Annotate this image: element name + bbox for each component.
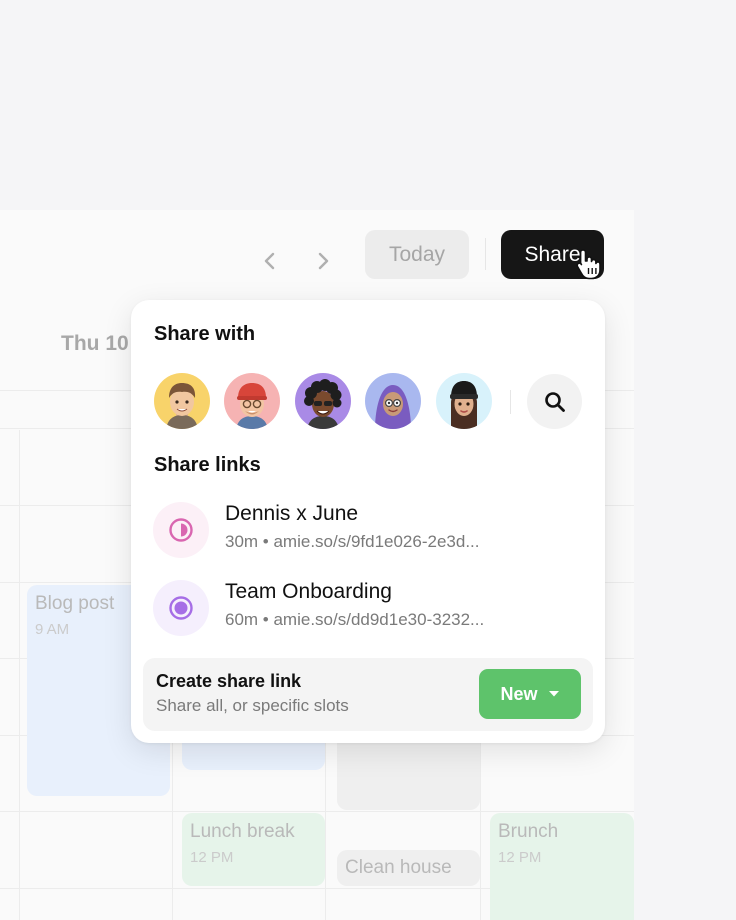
event-title: Clean house xyxy=(345,857,452,878)
toolbar-divider xyxy=(485,238,486,270)
grid-line xyxy=(19,430,20,920)
memoji-beanie-avatar[interactable] xyxy=(436,373,492,429)
memoji-curly-hair-avatar[interactable] xyxy=(295,373,351,429)
chevron-left-icon xyxy=(264,252,275,270)
previous-button[interactable] xyxy=(255,246,285,276)
next-button[interactable] xyxy=(308,246,338,276)
event-title: Brunch xyxy=(498,821,559,842)
search-people-button[interactable] xyxy=(527,374,582,429)
avatar-separator xyxy=(510,390,511,414)
search-icon xyxy=(544,391,565,412)
memoji-hijab-avatar[interactable] xyxy=(365,373,421,429)
event-title: Lunch break xyxy=(190,821,295,842)
today-button[interactable]: Today xyxy=(365,230,469,279)
hand-cursor-icon xyxy=(576,249,601,280)
create-share-link-section: Create share link Share all, or specific… xyxy=(143,658,593,731)
share-link-meta: 60m • amie.so/s/dd9d1e30-3232... xyxy=(225,610,485,629)
share-with-title: Share with xyxy=(154,323,256,345)
caret-down-icon xyxy=(548,691,559,697)
memoji-man-avatar[interactable] xyxy=(154,373,210,429)
event-lunch-break[interactable]: Lunch break 12 PM xyxy=(182,813,325,886)
event-time: 12 PM xyxy=(498,849,542,866)
filled-circle-icon xyxy=(153,580,209,636)
new-share-link-button[interactable]: New xyxy=(479,669,581,719)
create-share-link-subtitle: Share all, or specific slots xyxy=(156,696,349,715)
day-header: Thu 10 xyxy=(61,332,129,355)
new-button-label: New xyxy=(500,683,538,704)
event-clean-house[interactable]: Clean house xyxy=(337,850,480,886)
chevron-right-icon xyxy=(318,252,329,270)
share-link-name: Team Onboarding xyxy=(225,580,392,603)
event-time: 12 PM xyxy=(190,849,234,866)
share-link-item[interactable]: Team Onboarding 60m • amie.so/s/dd9d1e30… xyxy=(153,578,583,638)
grid-line xyxy=(0,811,634,812)
share-popover: Share with Share links Dennis x June 30m… xyxy=(131,300,605,743)
share-link-meta: 30m • amie.so/s/9fd1e026-2e3d... xyxy=(225,532,480,551)
share-link-name: Dennis x June xyxy=(225,502,359,525)
share-link-item[interactable]: Dennis x June 30m • amie.so/s/9fd1e026-2… xyxy=(153,500,583,560)
memoji-red-cap-avatar[interactable] xyxy=(224,373,280,429)
event-brunch[interactable]: Brunch 12 PM xyxy=(490,813,634,920)
share-links-title: Share links xyxy=(154,454,261,476)
half-circle-icon xyxy=(153,502,209,558)
create-share-link-title: Create share link xyxy=(156,671,302,691)
